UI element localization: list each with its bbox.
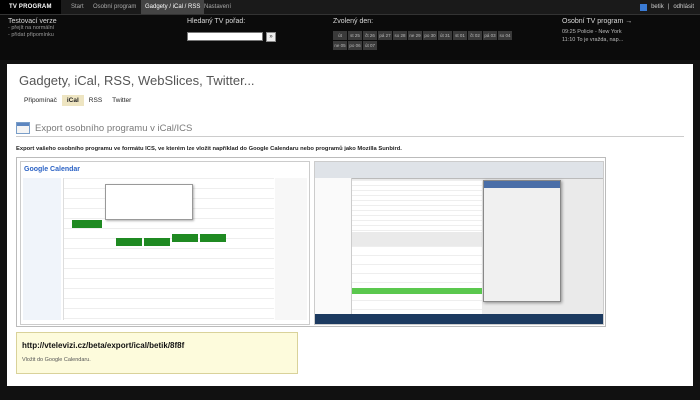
test-version-title: Testovací verze	[8, 18, 57, 25]
google-calendar-preview: Google Calendar	[20, 161, 310, 325]
sub-tabs: Připomínač iCal RSS Twitter	[19, 95, 136, 106]
username-link[interactable]: betik	[651, 0, 664, 14]
day-button[interactable]: pá 03	[483, 31, 497, 40]
separator: |	[667, 4, 670, 10]
user-icon	[640, 3, 648, 11]
page-title: Gadgety, iCal, RSS, WebSlices, Twitter..…	[19, 73, 255, 88]
search-block: Hledaný TV pořad:	[187, 18, 245, 25]
gcal-event	[144, 238, 170, 246]
day-button[interactable]: so 28	[393, 31, 407, 40]
gcal-right-panel	[275, 178, 307, 320]
sunbird-event-list	[352, 180, 482, 232]
day-button[interactable]: po 06	[348, 41, 362, 50]
google-calendar-logo: Google Calendar	[24, 166, 81, 173]
day-button[interactable]: st 01	[453, 31, 467, 40]
sunbird-event-dialog	[483, 180, 561, 302]
nav-osobni-program[interactable]: Osobní program	[93, 0, 136, 14]
top-navigation: TV PROGRAM Start Osobní program Gadgety …	[0, 0, 700, 15]
tab-rss[interactable]: RSS	[84, 95, 107, 106]
section-header: Export osobního programu v iCal/ICS	[16, 122, 192, 134]
sunbird-preview	[314, 161, 604, 325]
logout-link[interactable]: odhlásit	[673, 0, 694, 14]
sunbird-sidebar	[315, 178, 352, 314]
nav-nastaveni[interactable]: Nastavení	[204, 0, 231, 14]
tab-twitter[interactable]: Twitter	[107, 95, 136, 106]
gcal-sidebar	[23, 178, 61, 320]
day-button[interactable]: ne 29	[408, 31, 422, 40]
export-description: Export vašeho osobního programu ve formá…	[16, 146, 402, 152]
day-button[interactable]: st 25	[348, 31, 362, 40]
calendar-icon	[16, 122, 30, 134]
sunbird-event	[352, 288, 482, 294]
day-button[interactable]: út	[333, 31, 347, 40]
day-button[interactable]: út 31	[438, 31, 452, 40]
divider	[16, 136, 684, 137]
day-picker-block: Zvolený den:	[333, 18, 373, 25]
add-reminder-link[interactable]: - přidat připomínku	[8, 32, 57, 39]
gcal-event	[172, 234, 198, 242]
ical-url[interactable]: http://vtelevizi.cz/beta/export/ical/bet…	[22, 341, 184, 350]
ical-url-box: http://vtelevizi.cz/beta/export/ical/bet…	[16, 332, 298, 374]
day-button[interactable]: ne 05	[333, 41, 347, 50]
gcal-event-popup	[105, 184, 193, 220]
day-list: út st 25 čt 26 pá 27 so 28 ne 29 po 30 út 31st …	[333, 31, 525, 50]
site-logo[interactable]: TV PROGRAM	[0, 0, 61, 14]
sunbird-toolbar	[315, 162, 603, 179]
gcal-event	[116, 238, 142, 246]
search-input[interactable]	[187, 32, 263, 41]
switch-normal-link[interactable]: - přejít na normální	[8, 25, 57, 32]
day-button[interactable]: so 04	[498, 31, 512, 40]
gcal-event	[72, 220, 102, 228]
search-title: Hledaný TV pořad:	[187, 18, 246, 25]
day-picker-title: Zvolený den:	[333, 18, 374, 25]
tab-ical[interactable]: iCal	[61, 95, 84, 106]
day-button[interactable]: po 30	[423, 31, 437, 40]
day-button[interactable]: čt 26	[363, 31, 377, 40]
section-title: Export osobního programu v iCal/ICS	[35, 122, 193, 134]
windows-taskbar	[315, 314, 603, 324]
test-version-block: Testovací verze - přejít na normální - p…	[8, 18, 57, 39]
nav-gadgety[interactable]: Gadgety / iCal / RSS	[141, 0, 205, 14]
personal-program-block: Osobní TV program → 09:25 Policie - New …	[562, 18, 632, 44]
gcal-event	[200, 234, 226, 242]
nav-start[interactable]: Start	[71, 0, 84, 14]
search-button[interactable]: »	[266, 32, 276, 42]
example-screenshot: Google Calendar	[16, 157, 606, 327]
personal-program-item[interactable]: 09:25 Policie - New York	[562, 28, 632, 36]
user-area: betik | odhlásit	[640, 0, 694, 14]
personal-program-item[interactable]: 11:10 To je vražda, nap...	[562, 36, 632, 44]
day-button[interactable]: út 07	[363, 41, 377, 50]
tab-pripominac[interactable]: Připomínač	[19, 95, 62, 106]
main-content: Gadgety, iCal, RSS, WebSlices, Twitter..…	[7, 64, 693, 386]
day-button[interactable]: pá 27	[378, 31, 392, 40]
ical-url-note: Vložit do Google Calendaru.	[22, 357, 91, 363]
day-button[interactable]: čt 02	[468, 31, 482, 40]
dialog-titlebar	[484, 181, 560, 188]
sunbird-day-view	[352, 246, 482, 314]
personal-program-title[interactable]: Osobní TV program →	[562, 18, 632, 25]
